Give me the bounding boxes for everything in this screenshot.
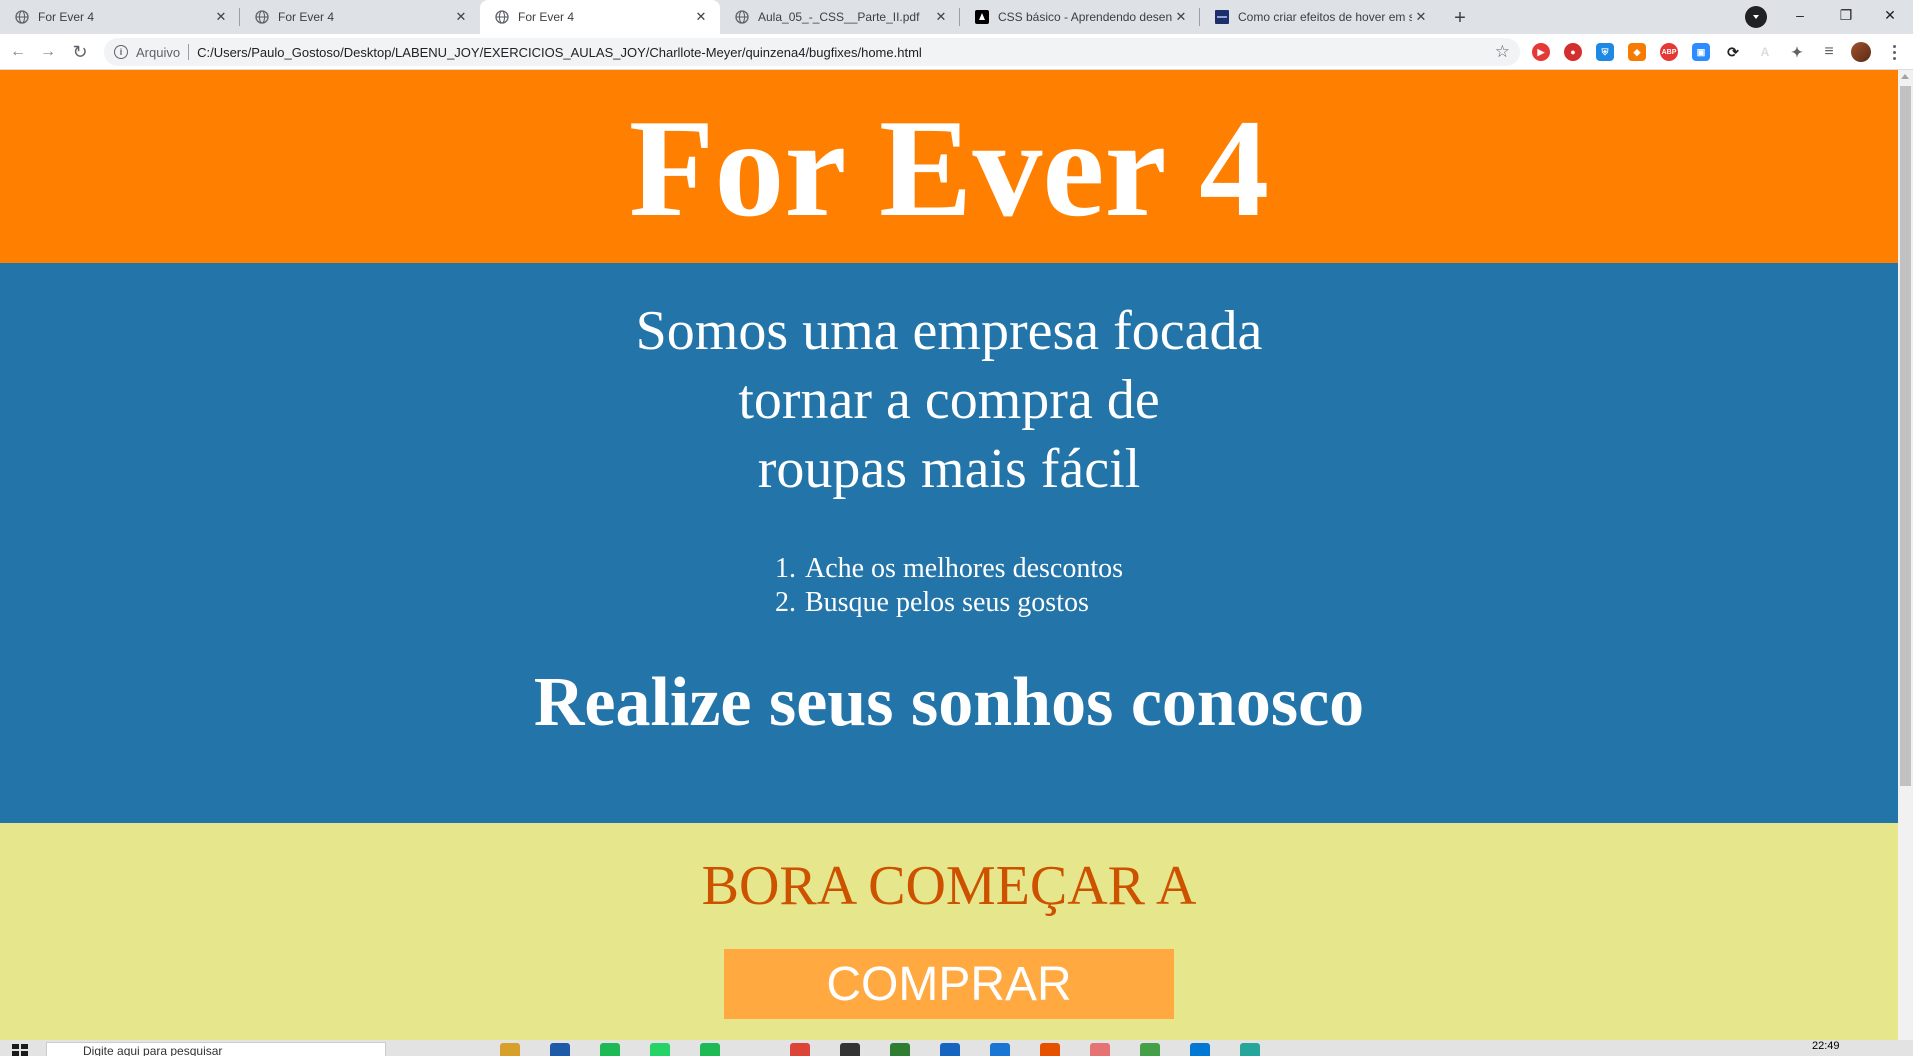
taskbar-app-icon[interactable] <box>1090 1043 1110 1056</box>
new-tab-button[interactable]: + <box>1446 4 1474 32</box>
back-button[interactable]: ← <box>4 38 32 66</box>
globe-icon <box>254 9 270 25</box>
list-number: 1. <box>774 553 796 584</box>
zoom-extension-icon[interactable]: ▣ <box>1692 43 1710 61</box>
info-icon[interactable]: i <box>114 45 128 59</box>
adblock-extension-icon[interactable]: ABP <box>1660 43 1678 61</box>
mdn-icon <box>974 9 990 25</box>
file-scheme-label: Arquivo <box>136 44 181 60</box>
list-item: 1. Ache os melhores descontos <box>775 552 1123 586</box>
list-number: 2. <box>774 587 796 618</box>
taskbar-search-input[interactable]: Digite aqui para pesquisar <box>46 1042 386 1056</box>
cta-section: BORA COMEÇAR A COMPRAR <box>0 823 1898 1040</box>
buy-button[interactable]: COMPRAR <box>724 949 1174 1019</box>
file-explorer-icon[interactable] <box>500 1043 520 1056</box>
tab-title: Aula_05_-_CSS__Parte_II.pdf <box>758 10 920 24</box>
close-tab-icon[interactable]: ✕ <box>1412 8 1430 26</box>
reload-button[interactable]: ↻ <box>66 38 94 66</box>
metamask-extension-icon[interactable]: ◆ <box>1628 43 1646 61</box>
restore-button[interactable]: ❐ <box>1823 0 1869 30</box>
close-tab-icon[interactable]: ✕ <box>452 8 470 26</box>
taskbar-app-icon[interactable] <box>550 1043 570 1056</box>
bookmark-star-icon[interactable]: ☆ <box>1495 42 1510 62</box>
tab-title: Como criar efeitos de hover em s <box>1238 10 1412 24</box>
tab-title: For Ever 4 <box>38 10 95 24</box>
playlist-extension-icon[interactable]: ≡ <box>1820 43 1838 61</box>
shield-extension-icon[interactable]: ⛨ <box>1596 43 1614 61</box>
close-tab-icon[interactable]: ✕ <box>212 8 230 26</box>
close-tab-icon[interactable]: ✕ <box>692 8 710 26</box>
list-text: Busque pelos seus gostos <box>804 587 1089 618</box>
taskbar-app-icon[interactable] <box>940 1043 960 1056</box>
site-header: For Ever 4 <box>0 70 1898 263</box>
taskbar-app-icon[interactable] <box>890 1043 910 1056</box>
minimize-button[interactable]: – <box>1777 0 1823 30</box>
site-title: For Ever 4 <box>628 90 1270 246</box>
taskbar-app-icon[interactable] <box>600 1043 620 1056</box>
puzzle-extension-icon[interactable]: ✦ <box>1788 43 1806 61</box>
browser-toolbar: ← → ↻ i Arquivo C:/Users/Paulo_Gostoso/D… <box>0 34 1913 70</box>
browser-tab-active[interactable]: For Ever 4 ✕ <box>480 0 720 34</box>
url-text[interactable]: C:/Users/Paulo_Gostoso/Desktop/LABENU_JO… <box>197 45 922 60</box>
benefits-list: 1. Ache os melhores descontos 2. Busque … <box>775 552 1123 620</box>
page-scrollbar[interactable] <box>1898 70 1913 1040</box>
list-text: Ache os melhores descontos <box>804 553 1124 584</box>
close-tab-icon[interactable]: ✕ <box>932 8 950 26</box>
close-window-button[interactable]: ✕ <box>1867 0 1913 30</box>
taskbar-clock[interactable]: 22:49 <box>1812 1040 1840 1052</box>
globe-icon <box>14 9 30 25</box>
close-tab-icon[interactable]: ✕ <box>1172 8 1190 26</box>
taskbar-app-icon[interactable] <box>700 1043 720 1056</box>
address-bar[interactable]: i Arquivo C:/Users/Paulo_Gostoso/Desktop… <box>104 38 1520 66</box>
list-item: 2. Busque pelos seus gostos <box>775 586 1123 620</box>
lead-line: tornar a compra de <box>738 369 1160 431</box>
chrome-icon[interactable] <box>790 1043 810 1056</box>
browser-tab[interactable]: Como criar efeitos de hover em s ✕ <box>1200 0 1440 34</box>
youtube-extension-icon[interactable]: ▶ <box>1532 43 1550 61</box>
tab-strip: For Ever 4 ✕ For Ever 4 ✕ For Ever 4 ✕ A… <box>0 0 1913 34</box>
windows-start-icon[interactable] <box>12 1044 28 1056</box>
browser-menu-icon[interactable] <box>1884 40 1904 64</box>
lead-text: Somos uma empresa focada tornar a compra… <box>0 263 1898 504</box>
browser-tab[interactable]: CSS básico - Aprendendo desenv ✕ <box>960 0 1200 34</box>
taskbar-app-icon[interactable] <box>1240 1043 1260 1056</box>
scroll-up-icon[interactable] <box>1901 74 1909 79</box>
tab-title: For Ever 4 <box>278 10 335 24</box>
sync-extension-icon[interactable]: ⟳ <box>1724 43 1742 61</box>
taskbar-app-icon[interactable] <box>990 1043 1010 1056</box>
cta-text: BORA COMEÇAR A <box>701 855 1197 917</box>
about-section: Somos uma empresa focada tornar a compra… <box>0 263 1898 823</box>
web-page: For Ever 4 Somos uma empresa focada torn… <box>0 70 1898 1040</box>
taskbar-app-icon[interactable] <box>840 1043 860 1056</box>
windows-taskbar: Digite aqui para pesquisar 22:49 <box>0 1040 1913 1056</box>
scrollbar-thumb[interactable] <box>1900 86 1911 786</box>
taskbar-app-icon[interactable] <box>650 1043 670 1056</box>
site-icon <box>1214 9 1230 25</box>
lead-line: roupas mais fácil <box>757 438 1141 500</box>
browser-tab[interactable]: For Ever 4 ✕ <box>0 0 240 34</box>
browser-tab[interactable]: Aula_05_-_CSS__Parte_II.pdf ✕ <box>720 0 960 34</box>
record-extension-icon[interactable]: ● <box>1564 43 1582 61</box>
tab-title: CSS básico - Aprendendo desenv <box>998 10 1172 24</box>
lead-line: Somos uma empresa focada <box>635 300 1263 362</box>
forward-button[interactable]: → <box>34 38 62 66</box>
profile-avatar[interactable] <box>1851 42 1871 62</box>
globe-icon <box>494 9 510 25</box>
browser-tab[interactable]: For Ever 4 ✕ <box>240 0 480 34</box>
taskbar-app-icon[interactable] <box>1040 1043 1060 1056</box>
taskbar-app-icon[interactable] <box>1140 1043 1160 1056</box>
vscode-icon[interactable] <box>1190 1043 1210 1056</box>
translate-extension-icon[interactable]: A <box>1756 43 1774 61</box>
globe-icon <box>734 9 750 25</box>
omnibox-divider <box>188 44 190 60</box>
tab-search-icon[interactable] <box>1745 6 1767 28</box>
tagline: Realize seus sonhos conosco <box>533 664 1365 741</box>
tab-title: For Ever 4 <box>518 10 575 24</box>
